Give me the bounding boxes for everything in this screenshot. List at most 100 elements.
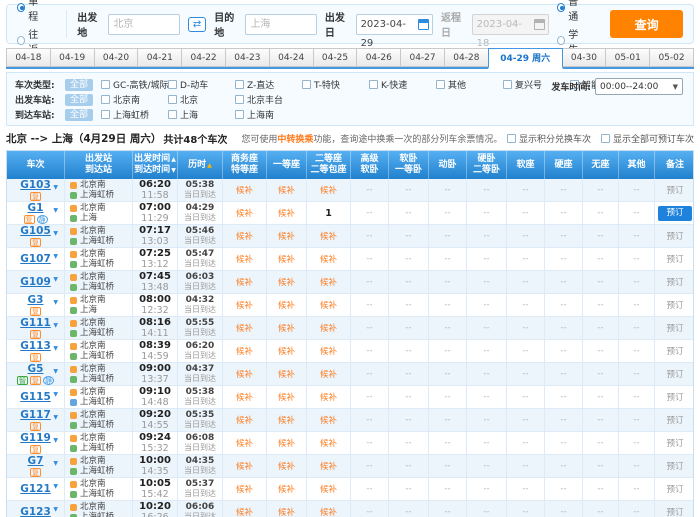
- waitlist-link[interactable]: 候补: [278, 276, 295, 288]
- waitlist-link[interactable]: 候补: [278, 207, 295, 219]
- train-number-link[interactable]: G103: [20, 180, 51, 191]
- waitlist-link[interactable]: 候补: [278, 184, 295, 196]
- train-number-link[interactable]: G121: [20, 484, 51, 495]
- show-bookable-trains-checkbox[interactable]: 显示全部可预订车次: [601, 132, 694, 145]
- train-number-link[interactable]: G111: [20, 318, 51, 329]
- date-tab-04-25[interactable]: 04-25: [313, 48, 358, 67]
- column-header-备注[interactable]: 备注: [655, 151, 695, 179]
- train-number-link[interactable]: G3: [28, 295, 44, 306]
- waitlist-link[interactable]: 候补: [236, 322, 253, 334]
- filter-option-北京丰台[interactable]: 北京丰台: [235, 93, 302, 106]
- filter-option-GC-高铁/城际[interactable]: GC-高铁/城际: [101, 78, 168, 91]
- transfer-link[interactable]: 中转换乘: [277, 135, 313, 145]
- column-header-出发时间[interactable]: 出发时间▲到达时间▼: [133, 151, 178, 179]
- date-tab-04-23[interactable]: 04-23: [225, 48, 270, 67]
- waitlist-link[interactable]: 候补: [278, 506, 295, 517]
- expand-arrow-icon[interactable]: ▼: [53, 299, 58, 306]
- waitlist-link[interactable]: 候补: [278, 230, 295, 242]
- waitlist-link[interactable]: 候补: [278, 483, 295, 495]
- train-number-link[interactable]: G115: [20, 392, 51, 403]
- expand-arrow-icon[interactable]: ▼: [53, 253, 58, 260]
- waitlist-link[interactable]: 候补: [278, 299, 295, 311]
- calendar-icon[interactable]: [418, 19, 429, 30]
- date-tab-04-24[interactable]: 04-24: [269, 48, 314, 67]
- filter-option-上海虹桥[interactable]: 上海虹桥: [101, 108, 168, 121]
- column-header-高级[interactable]: 高级软卧: [351, 151, 389, 179]
- waitlist-link[interactable]: 候补: [236, 506, 253, 517]
- waitlist-link[interactable]: 候补: [278, 460, 295, 472]
- column-header-硬卧[interactable]: 硬卧二等卧: [467, 151, 507, 179]
- waitlist-link[interactable]: 候补: [278, 253, 295, 265]
- select-all-button[interactable]: 全部: [65, 109, 93, 121]
- date-tab-04-19[interactable]: 04-19: [50, 48, 95, 67]
- expand-arrow-icon[interactable]: ▼: [53, 506, 58, 513]
- expand-arrow-icon[interactable]: ▼: [53, 391, 58, 398]
- column-header-历时[interactable]: 历时▲: [178, 151, 223, 179]
- waitlist-link[interactable]: 候补: [320, 506, 337, 517]
- waitlist-link[interactable]: 候补: [236, 345, 253, 357]
- column-header-商务座[interactable]: 商务座特等座: [223, 151, 267, 179]
- waitlist-link[interactable]: 候补: [236, 391, 253, 403]
- train-number-link[interactable]: G109: [20, 277, 51, 288]
- waitlist-link[interactable]: 候补: [278, 345, 295, 357]
- waitlist-link[interactable]: 候补: [278, 437, 295, 449]
- date-tab-05-02[interactable]: 05-02: [649, 48, 694, 67]
- waitlist-link[interactable]: 候补: [320, 460, 337, 472]
- waitlist-link[interactable]: 候补: [320, 414, 337, 426]
- date-tab-04-30[interactable]: 04-30: [562, 48, 607, 67]
- from-input[interactable]: 北京: [108, 14, 179, 35]
- date-tab-04-21[interactable]: 04-21: [137, 48, 182, 67]
- waitlist-link[interactable]: 候补: [236, 184, 253, 196]
- column-header-软卧[interactable]: 软卧一等卧: [389, 151, 429, 179]
- column-header-软座[interactable]: 软座: [507, 151, 545, 179]
- expand-arrow-icon[interactable]: ▼: [53, 322, 58, 329]
- waitlist-link[interactable]: 候补: [320, 437, 337, 449]
- book-button[interactable]: 预订: [658, 206, 691, 221]
- filter-option-T-特快[interactable]: T-特快: [302, 78, 369, 91]
- waitlist-link[interactable]: 候补: [278, 414, 295, 426]
- expand-arrow-icon[interactable]: ▼: [53, 184, 58, 191]
- waitlist-link[interactable]: 候补: [236, 276, 253, 288]
- select-all-button[interactable]: 全部: [65, 94, 93, 106]
- date-tab-04-27[interactable]: 04-27: [400, 48, 445, 67]
- waitlist-link[interactable]: 候补: [278, 322, 295, 334]
- filter-option-北京[interactable]: 北京: [168, 93, 235, 106]
- depart-date-input[interactable]: 2023-04-29: [356, 14, 433, 35]
- filter-option-上海[interactable]: 上海: [168, 108, 235, 121]
- waitlist-link[interactable]: 候补: [236, 483, 253, 495]
- sort-desc-icon[interactable]: ▼: [171, 167, 176, 174]
- waitlist-link[interactable]: 候补: [320, 276, 337, 288]
- waitlist-link[interactable]: 候补: [236, 460, 253, 472]
- waitlist-link[interactable]: 候补: [320, 345, 337, 357]
- show-points-trains-checkbox[interactable]: 显示积分兑换车次: [507, 132, 591, 145]
- passenger-normal-radio[interactable]: 普通: [557, 0, 586, 23]
- waitlist-link[interactable]: 候补: [320, 391, 337, 403]
- column-header-其他[interactable]: 其他: [619, 151, 655, 179]
- expand-arrow-icon[interactable]: ▼: [53, 230, 58, 237]
- waitlist-link[interactable]: 候补: [236, 414, 253, 426]
- waitlist-link[interactable]: 候补: [320, 230, 337, 242]
- waitlist-link[interactable]: 候补: [236, 230, 253, 242]
- waitlist-link[interactable]: 候补: [236, 253, 253, 265]
- waitlist-link[interactable]: 候补: [236, 207, 253, 219]
- filter-option-其他[interactable]: 其他: [436, 78, 503, 91]
- column-header-二等座[interactable]: 二等座二等包座: [307, 151, 351, 179]
- date-tab-04-29[interactable]: 04-29 周六: [488, 48, 563, 69]
- waitlist-link[interactable]: 候补: [278, 391, 295, 403]
- column-header-一等座[interactable]: 一等座: [267, 151, 307, 179]
- column-header-出发站[interactable]: 出发站到达站: [65, 151, 133, 179]
- column-header-硬座[interactable]: 硬座: [545, 151, 583, 179]
- swap-stations-icon[interactable]: ⇄: [188, 17, 206, 32]
- filter-option-Z-直达[interactable]: Z-直达: [235, 78, 302, 91]
- date-tab-04-18[interactable]: 04-18: [6, 48, 51, 67]
- train-number-link[interactable]: G123: [20, 507, 51, 517]
- sort-asc-icon[interactable]: ▲: [171, 156, 176, 163]
- train-number-link[interactable]: G107: [20, 254, 51, 265]
- train-number-link[interactable]: G1: [28, 203, 44, 214]
- filter-option-K-快速[interactable]: K-快速: [369, 78, 436, 91]
- query-button[interactable]: 查询: [610, 10, 683, 38]
- waitlist-link[interactable]: 候补: [320, 483, 337, 495]
- train-number-link[interactable]: G105: [20, 226, 51, 237]
- waitlist-link[interactable]: 候补: [278, 368, 295, 380]
- waitlist-link[interactable]: 候补: [320, 368, 337, 380]
